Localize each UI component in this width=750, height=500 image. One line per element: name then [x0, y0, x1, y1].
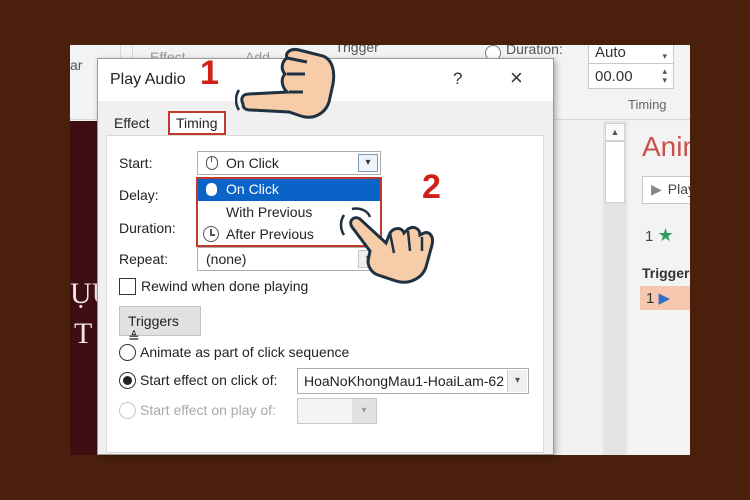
mouse-icon — [206, 183, 217, 196]
start-value: On Click — [226, 155, 279, 171]
animate-sequence-label: Animate as part of click sequence — [140, 344, 350, 360]
tab-timing[interactable]: Timing — [168, 111, 226, 135]
slide-canvas: ỤỤ T — [70, 121, 113, 455]
ribbon-fragment: ar — [70, 57, 83, 73]
start-on-play-label: Start effect on play of: — [140, 402, 276, 418]
play-icon: ▶ — [651, 181, 662, 197]
delay-value: 00.00 — [595, 68, 633, 85]
close-button[interactable]: × — [510, 65, 523, 91]
collapse-icon: ≜ — [128, 329, 140, 345]
delay-spinner[interactable]: 00.00 ▴ ▾ — [588, 63, 674, 89]
trigger-heading: Trigger — [642, 265, 690, 281]
animation-list-item[interactable]: 1 ★ — [645, 225, 674, 246]
repeat-label: Repeat: — [119, 251, 169, 267]
item-number: 1 — [645, 228, 654, 245]
pointing-hand-icon — [235, 48, 336, 119]
start-on-click-radio[interactable] — [119, 372, 136, 389]
timing-panel: Start: On Click ▾ Delay: Duration: On Cl… — [106, 135, 544, 453]
scroll-up-icon[interactable]: ▲ — [605, 123, 625, 141]
play-button[interactable]: ▶ Play — [642, 176, 690, 204]
option-label: With Previous — [226, 204, 313, 220]
ribbon-trigger[interactable]: Trigger — [335, 45, 379, 55]
spinner-arrows-icon[interactable]: ▴ ▾ — [662, 67, 667, 85]
click-object-select[interactable]: HoaNoKhongMau1-HoaiLam-62 ▾ — [297, 368, 529, 394]
spinner-down-icon[interactable]: ▾ — [662, 52, 667, 61]
clock-icon — [203, 226, 219, 242]
play-label: Play — [667, 181, 690, 197]
option-on-click[interactable]: On Click — [198, 179, 380, 201]
scroll-thumb[interactable] — [605, 141, 625, 203]
help-button[interactable]: ? — [453, 69, 462, 89]
start-on-click-label: Start effect on click of: — [140, 372, 278, 388]
vertical-scrollbar[interactable]: ▲ — [603, 121, 627, 455]
step-2-marker: 2 — [422, 168, 441, 206]
dialog-title: Play Audio — [110, 71, 186, 88]
option-label: On Click — [226, 181, 279, 197]
chevron-down-icon[interactable]: ▾ — [352, 399, 376, 423]
duration-label: Duration: — [119, 220, 176, 236]
play-bookmark-select[interactable]: ▾ — [297, 398, 377, 424]
triggers-button[interactable]: Triggers ≜ — [119, 306, 201, 345]
trigger-list-item[interactable]: 1 ▶ — [640, 286, 690, 310]
click-object-value: HoaNoKhongMau1-HoaiLam-62 — [304, 373, 505, 389]
rewind-checkbox[interactable] — [119, 278, 136, 295]
step-1-marker: 1 — [200, 54, 219, 92]
triggers-label: Triggers — [128, 313, 179, 329]
duration-spinner[interactable]: Auto ▾ — [588, 45, 674, 65]
star-icon: ★ — [657, 225, 674, 245]
chevron-down-icon[interactable]: ▾ — [358, 154, 378, 172]
option-label: After Previous — [226, 226, 314, 242]
animate-sequence-radio[interactable] — [119, 344, 136, 361]
pointing-hand-icon — [339, 207, 434, 284]
animation-pane: Animation Pane ▶ Play 1 ★ Trigger 1 ▶ — [630, 121, 690, 455]
start-on-play-radio[interactable] — [119, 402, 136, 419]
duration-value: Auto — [595, 45, 626, 61]
start-select[interactable]: On Click ▾ — [197, 151, 381, 175]
start-label: Start: — [119, 155, 153, 171]
mouse-icon — [206, 156, 218, 170]
delay-label: Delay: — [119, 187, 159, 203]
duration-label: Duration: — [506, 45, 563, 57]
slide-text: T — [74, 317, 93, 350]
tab-effect[interactable]: Effect — [108, 113, 156, 135]
play-icon: ▶ — [658, 290, 671, 307]
animation-pane-title: Animation Pane — [642, 131, 690, 162]
repeat-value: (none) — [206, 251, 247, 267]
item-number: 1 — [646, 290, 655, 307]
chevron-down-icon[interactable]: ▾ — [507, 370, 527, 392]
timing-group-label: Timing — [628, 97, 667, 112]
rewind-label: Rewind when done playing — [141, 278, 309, 294]
